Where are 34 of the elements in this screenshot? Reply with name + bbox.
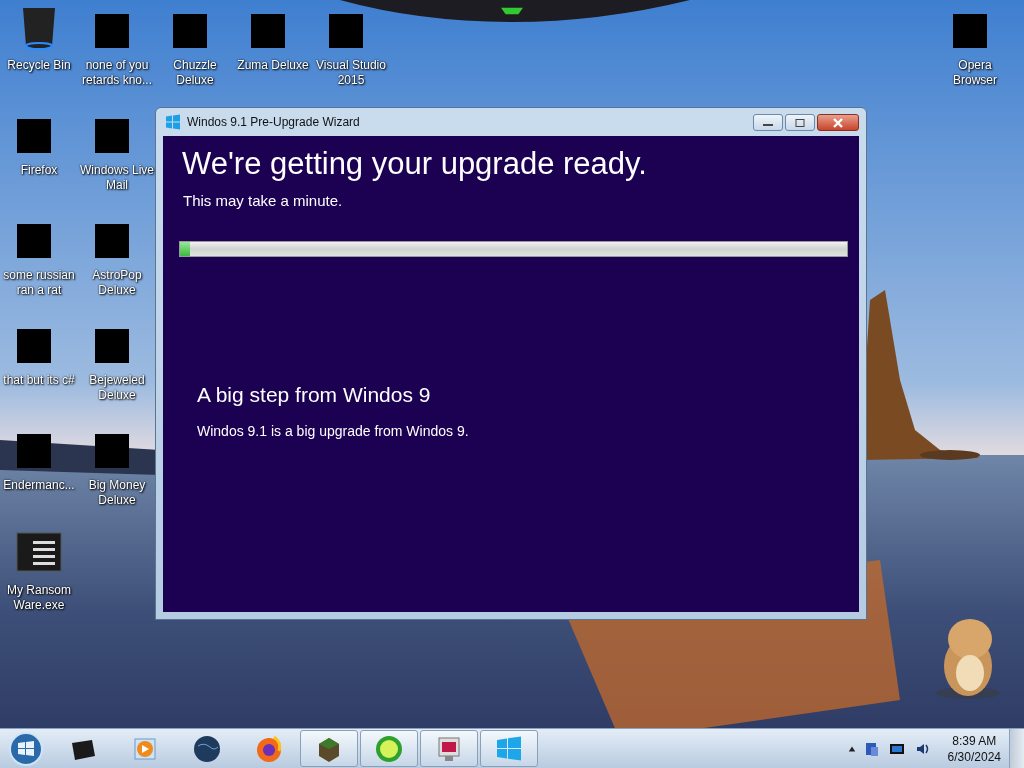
lime-icon bbox=[374, 733, 404, 764]
icon-label: Recycle Bin bbox=[6, 58, 72, 73]
icon-label: Chuzzle Deluxe bbox=[172, 58, 218, 88]
icon-label: My Ransom Ware.exe bbox=[6, 583, 72, 613]
network-icon[interactable] bbox=[863, 740, 880, 757]
show-hidden-icons-icon[interactable] bbox=[847, 744, 856, 753]
windows-logo-icon bbox=[165, 114, 181, 130]
icon-label: some russian ran a rat bbox=[2, 268, 76, 298]
icon-label: Visual Studio 2015 bbox=[315, 58, 387, 88]
taskbar-app-button[interactable] bbox=[420, 730, 478, 767]
maximize-button[interactable] bbox=[785, 114, 815, 131]
maximize-icon bbox=[794, 118, 806, 127]
icon-label: Windows Live Mail bbox=[79, 163, 155, 193]
icon-label: AstroPop Deluxe bbox=[91, 268, 143, 298]
icon-label: none of you retards kno... bbox=[81, 58, 153, 88]
icon-label: Zuma Deluxe bbox=[236, 58, 310, 73]
window-title: Windos 9.1 Pre-Upgrade Wizard bbox=[187, 115, 360, 129]
icon-label: Opera Browser bbox=[952, 58, 998, 88]
icon-label: Bejeweled Deluxe bbox=[88, 373, 146, 403]
step-title: A big step from Windos 9 bbox=[197, 383, 432, 407]
step-text: Windos 9.1 is a big upgrade from Windos 9. bbox=[197, 423, 470, 439]
wizard-subheading: This may take a minute. bbox=[183, 192, 344, 209]
icon-label: Big Money Deluxe bbox=[87, 478, 147, 508]
icon-label: Endermanc... bbox=[2, 478, 76, 493]
status-light-icon bbox=[498, 6, 526, 17]
minimize-button[interactable] bbox=[753, 114, 783, 131]
taskbar-app-button[interactable] bbox=[300, 730, 358, 767]
close-button[interactable] bbox=[817, 114, 859, 131]
clock-time[interactable]: 8:39 AM bbox=[952, 732, 997, 749]
icon-label: Firefox bbox=[19, 163, 59, 178]
clock-date[interactable]: 6/30/2024 bbox=[947, 748, 1001, 765]
wizard-heading: We're getting your upgrade ready. bbox=[182, 145, 648, 183]
icon-label: that but its c# bbox=[2, 373, 76, 388]
close-icon bbox=[832, 117, 844, 128]
